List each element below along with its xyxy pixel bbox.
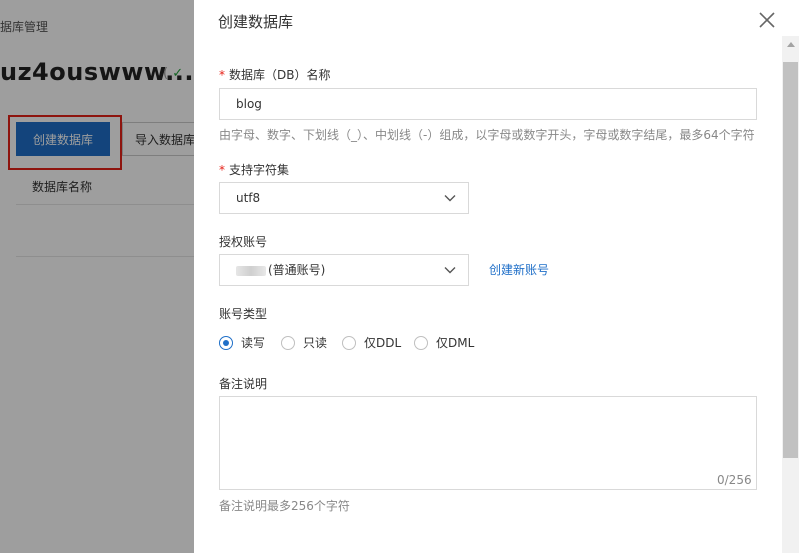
scroll-up-arrow-icon[interactable] — [787, 42, 795, 47]
account-type-label: 账号类型 — [219, 307, 268, 321]
db-name-input[interactable] — [219, 88, 757, 120]
radio-indicator — [342, 336, 356, 350]
account-type-text: (普通账号) — [268, 263, 326, 277]
account-label: 授权账号 — [219, 235, 268, 249]
charset-select[interactable]: utf8 — [219, 182, 469, 214]
scrollbar-thumb[interactable] — [783, 62, 798, 458]
account-select[interactable]: (普通账号) — [219, 254, 469, 286]
radio-label: 仅DML — [436, 336, 475, 350]
radio-label: 读写 — [241, 336, 266, 350]
remark-label: 备注说明 — [219, 377, 268, 391]
radio-indicator — [219, 336, 233, 350]
required-mark: * — [219, 163, 225, 177]
blurred-account-name — [236, 265, 266, 276]
db-name-label: * 数据库（DB）名称 — [219, 66, 330, 83]
close-button[interactable] — [756, 9, 778, 31]
db-name-label-text: 数据库（DB）名称 — [229, 68, 331, 82]
scrollbar[interactable] — [782, 36, 799, 553]
radio-indicator — [281, 336, 295, 350]
account-value: (普通账号) — [236, 255, 325, 285]
db-name-hint: 由字母、数字、下划线（_）、中划线（-）组成，以字母或数字开头，字母或数字结尾，… — [219, 128, 755, 142]
required-mark: * — [219, 68, 225, 82]
remark-textarea[interactable] — [219, 396, 757, 490]
chevron-down-icon — [444, 195, 456, 202]
radio-label: 仅DDL — [364, 336, 402, 350]
drawer-title: 创建数据库 — [218, 13, 294, 31]
close-icon — [759, 12, 775, 28]
radio-label: 只读 — [303, 336, 328, 350]
create-account-link[interactable]: 创建新账号 — [489, 261, 549, 278]
chevron-down-icon — [444, 267, 456, 274]
charset-label-text: 支持字符集 — [229, 163, 290, 177]
radio-indicator — [414, 336, 428, 350]
charset-value: utf8 — [236, 191, 261, 205]
remark-hint: 备注说明最多256个字符 — [219, 499, 350, 513]
remark-char-counter: 0/256 — [717, 473, 752, 487]
charset-label: * 支持字符集 — [219, 161, 289, 178]
create-database-drawer: 创建数据库 * 数据库（DB）名称 由字母、数字、下划线（_）、中划线（-）组成，… — [194, 0, 799, 553]
